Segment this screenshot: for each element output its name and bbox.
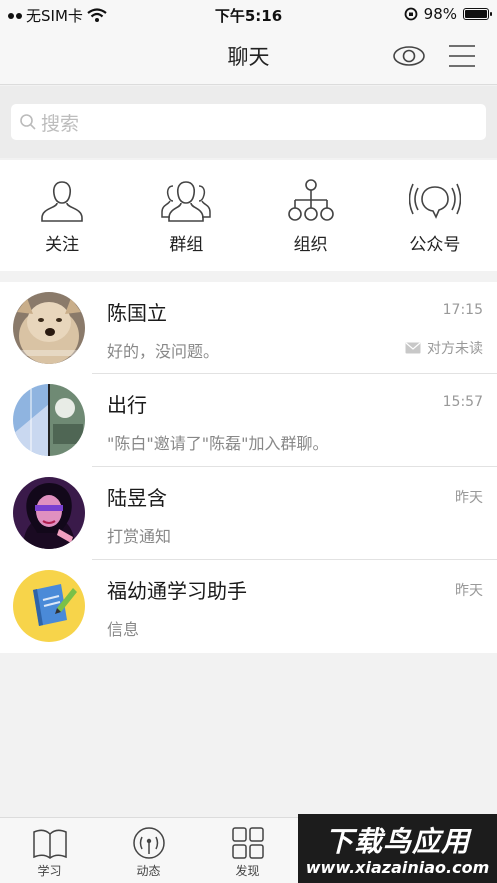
signal-icon <box>132 827 165 859</box>
read-status-label: 对方未读 <box>427 341 483 357</box>
search-area: 搜索 <box>0 86 497 158</box>
watermark-url: www.xiazainiao.com <box>305 858 490 877</box>
search-input[interactable]: 搜索 <box>11 104 486 140</box>
conversation-preview: "陈白"邀请了"陈磊"加入群聊。 <box>107 434 329 453</box>
quick-entry-groups[interactable]: 群组 <box>124 160 248 271</box>
quick-entry-label: 关注 <box>45 235 80 255</box>
avatar <box>13 292 85 364</box>
watermark-title: 下载鸟应用 <box>324 825 470 858</box>
avatar <box>13 384 85 456</box>
battery-icon <box>463 8 492 20</box>
avatar <box>13 477 85 549</box>
person-icon <box>41 181 83 222</box>
quick-entry-label: 公众号 <box>409 235 461 255</box>
status-bar: 无SIM卡 下午5:16 98% <box>0 0 497 28</box>
quick-entry-official-accounts[interactable]: 公众号 <box>373 160 497 271</box>
conversation-time: 15:57 <box>442 394 483 410</box>
battery-percent: 98% <box>423 5 457 23</box>
tab-study[interactable]: 学习 <box>0 818 99 883</box>
eye-icon[interactable] <box>392 42 426 70</box>
group-avatar-image <box>13 384 85 456</box>
conversation-name: 福幼通学习助手 <box>107 579 247 603</box>
broadcast-bubble-icon <box>408 183 461 219</box>
envelope-icon <box>405 342 421 354</box>
group-icon <box>161 181 212 222</box>
quick-entries: 关注 群组 组织 公众号 <box>0 160 497 271</box>
quick-entry-follow[interactable]: 关注 <box>0 160 124 271</box>
conversation-row[interactable]: 陈国立 好的，没问题。 17:15 对方未读 <box>0 282 497 374</box>
quick-entry-label: 群组 <box>169 235 204 255</box>
conversation-list: 陈国立 好的，没问题。 17:15 对方未读 出行 "陈白"邀请了"陈磊"加入群… <box>0 282 497 653</box>
tab-feed[interactable]: 动态 <box>99 818 198 883</box>
quick-entry-organization[interactable]: 组织 <box>249 160 373 271</box>
conversation-row[interactable]: 福幼通学习助手 信息 昨天 <box>0 560 497 653</box>
conversation-row[interactable]: 陆昱含 打赏通知 昨天 <box>0 467 497 560</box>
conversation-preview: 打赏通知 <box>107 527 172 546</box>
search-icon <box>20 114 36 130</box>
illustrated-avatar-image <box>13 477 85 549</box>
conversation-name: 出行 <box>107 393 147 417</box>
book-icon <box>32 829 67 859</box>
conversation-name: 陆昱含 <box>107 486 167 510</box>
search-placeholder: 搜索 <box>41 112 80 135</box>
avatar <box>13 570 85 642</box>
grid-icon <box>231 827 264 859</box>
status-right: 98% <box>404 5 492 23</box>
org-chart-icon <box>287 179 334 221</box>
tab-discover[interactable]: 发现 <box>198 818 297 883</box>
conversation-time: 17:15 <box>442 302 483 318</box>
dog-avatar-image <box>13 292 85 364</box>
tab-label: 发现 <box>235 864 260 878</box>
conversation-preview: 信息 <box>107 620 140 639</box>
conversation-time: 昨天 <box>455 583 483 599</box>
quick-entry-label: 组织 <box>293 235 328 255</box>
conversation-time: 昨天 <box>455 490 483 506</box>
tab-label: 动态 <box>136 864 161 878</box>
tab-label: 学习 <box>37 864 62 878</box>
conversation-row[interactable]: 出行 "陈白"邀请了"陈磊"加入群聊。 15:57 <box>0 374 497 467</box>
read-status: 对方未读 <box>405 338 483 358</box>
notebook-icon <box>13 570 85 642</box>
conversation-preview: 好的，没问题。 <box>107 342 220 361</box>
nav-bar: 聊天 <box>0 28 497 85</box>
watermark: 下载鸟应用 www.xiazainiao.com <box>298 814 497 883</box>
rotation-lock-icon <box>404 7 418 21</box>
conversation-name: 陈国立 <box>107 301 167 325</box>
menu-icon[interactable] <box>448 42 476 70</box>
